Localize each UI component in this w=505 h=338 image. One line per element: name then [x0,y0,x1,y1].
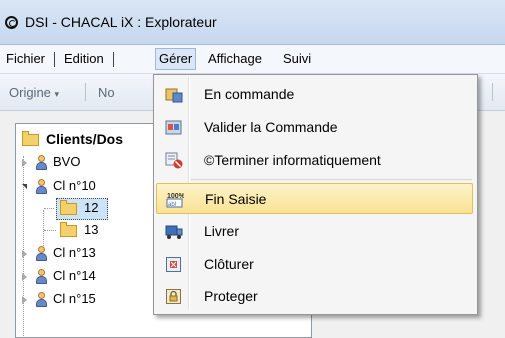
menu-edition[interactable]: Edition [61,49,107,69]
expand-arrow-icon[interactable] [22,159,27,167]
menu-item-label: Valider la Commande [204,119,338,135]
menu-item-fin-saisie[interactable]: 100% abl Fin Saisie [156,183,473,214]
menu-item-en-commande[interactable]: En commande [156,79,473,110]
tree-node-label: BVO [53,154,81,169]
window-title: DSI - CHACAL iX : Explorateur [25,14,217,30]
terminate-icon [165,152,183,169]
toolbar-separator [492,83,493,101]
tree-node-bvo[interactable]: BVO [22,153,142,171]
menu-item-livrer[interactable]: Livrer [156,216,473,247]
toolbar-separator [85,83,86,101]
close-box-icon [165,256,183,273]
expand-arrow-icon[interactable] [22,273,27,281]
origine-dropdown[interactable]: Origine ▾ [9,85,59,100]
tree-node-label: 13 [84,222,99,237]
client-icon [36,246,47,261]
menu-item-label: Fin Saisie [205,191,267,207]
menu-item-cloturer[interactable]: Clôturer [156,249,473,280]
order-icon [165,86,183,103]
client-icon [36,179,47,194]
folder-icon [60,200,77,215]
menu-item-terminer[interactable]: ©Terminer informatiquement [156,145,473,176]
menu-item-label: Livrer [204,223,240,239]
menu-item-label: Proteger [204,288,258,304]
menu-fichier[interactable]: Fichier [3,49,48,69]
tree-line [44,230,56,231]
tree-node-cl-10[interactable]: Cl n°10 [22,177,142,195]
origine-label: Origine [9,85,51,100]
menu-separator [54,52,55,67]
app-logo-icon [5,16,18,29]
tree-node-label: Cl n°15 [53,291,96,306]
tree-node-label: Cl n°10 [53,178,96,193]
tree-node-label: 12 [84,200,99,215]
expand-arrow-icon[interactable] [22,250,27,258]
client-icon [36,155,47,170]
menu-item-label: ©Terminer informatiquement [204,152,381,168]
title-bar: DSI - CHACAL iX : Explorateur [0,0,505,45]
menu-suivi[interactable]: Suivi [280,49,314,69]
end-input-icon: 100% abl [166,191,186,208]
validate-order-icon [165,119,183,136]
tree-node-label: Cl n°14 [53,268,96,283]
tree-line [44,208,54,209]
toolbar-partial-button[interactable]: No [98,85,115,100]
folder-icon [22,131,39,146]
menu-item-valider-commande[interactable]: Valider la Commande [156,112,473,143]
menu-separator [113,52,114,67]
client-icon [36,269,47,284]
menu-affichage[interactable]: Affichage [205,49,265,69]
expand-arrow-icon[interactable] [22,296,27,304]
menu-item-proteger[interactable]: Proteger [156,281,473,312]
menu-separator [191,179,472,180]
delivery-truck-icon [165,223,183,240]
chevron-down-icon: ▾ [54,89,60,99]
tree-node-label: Cl n°13 [53,245,96,260]
menu-bar: Fichier Edition Gérer Affichage Suivi [0,45,505,74]
tree-node-cl-15[interactable]: Cl n°15 [22,290,142,308]
menu-gerer[interactable]: Gérer [155,48,197,70]
svg-text:abl: abl [168,202,176,208]
tree-node-cl-13[interactable]: Cl n°13 [22,244,142,262]
tree-root-label: Clients/Dos [46,131,124,147]
collapse-arrow-icon[interactable] [22,184,27,189]
gerer-dropdown-menu: En commande Valider la Commande ©Termine… [153,74,478,315]
tree-node-cl-14[interactable]: Cl n°14 [22,267,142,285]
menu-item-label: En commande [204,86,295,102]
client-icon [36,292,47,307]
lock-icon [165,288,183,305]
menu-item-label: Clôturer [204,256,254,272]
folder-icon [60,222,77,237]
